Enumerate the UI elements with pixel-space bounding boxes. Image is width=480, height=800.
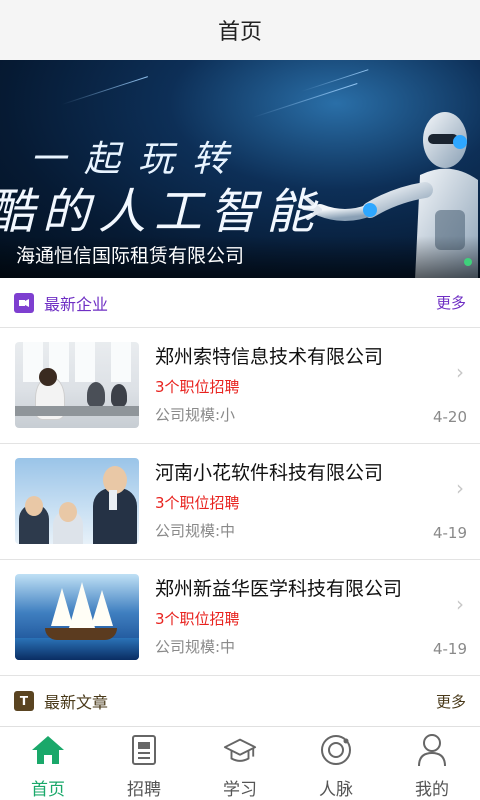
chevron-right-icon: › <box>456 360 464 384</box>
company-scale: 公司规模:中 <box>155 522 236 540</box>
company-name: 郑州索特信息技术有限公司 <box>155 346 384 368</box>
job-count: 3个职位招聘 <box>155 494 240 512</box>
tab-mine[interactable]: 我的 <box>384 727 480 800</box>
more-companies-link[interactable]: 更多 <box>436 292 466 313</box>
section-title: 最新文章 <box>44 693 109 712</box>
document-icon <box>127 733 161 767</box>
article-icon: T <box>14 691 34 711</box>
banner-carousel[interactable]: 一起玩转 酷的人工智能 海通恒信国际租赁有限公司 <box>0 60 480 278</box>
company-scale: 公司规模:中 <box>155 638 236 656</box>
tab-label: 我的 <box>415 780 449 800</box>
tab-label: 学习 <box>223 780 257 800</box>
carousel-indicator-dot[interactable] <box>464 258 472 266</box>
post-date: 4-19 <box>432 524 467 542</box>
section-latest-companies: 最新企业 更多 <box>0 278 480 328</box>
company-list: 郑州索特信息技术有限公司 3个职位招聘 公司规模:小 › 4-20 河南小花软件… <box>0 328 480 676</box>
tab-label: 人脉 <box>319 780 353 800</box>
company-thumbnail <box>15 574 139 660</box>
banner-caption: 海通恒信国际租赁有限公司 <box>16 245 245 267</box>
company-card[interactable]: 郑州索特信息技术有限公司 3个职位招聘 公司规模:小 › 4-20 <box>0 328 480 444</box>
company-name: 郑州新益华医学科技有限公司 <box>155 578 403 600</box>
tab-network[interactable]: 人脉 <box>288 727 384 800</box>
graduation-cap-icon <box>223 733 257 767</box>
chevron-right-icon: › <box>456 476 464 500</box>
tab-recruit[interactable]: 招聘 <box>96 727 192 800</box>
company-card[interactable]: 郑州新益华医学科技有限公司 3个职位招聘 公司规模:中 › 4-19 <box>0 560 480 676</box>
company-card[interactable]: 河南小花软件科技有限公司 3个职位招聘 公司规模:中 › 4-19 <box>0 444 480 560</box>
company-thumbnail <box>15 342 139 428</box>
light-streak <box>62 76 148 105</box>
tab-study[interactable]: 学习 <box>192 727 288 800</box>
person-icon <box>415 733 449 767</box>
section-latest-articles: T 最新文章 更多 <box>0 676 480 726</box>
company-scale: 公司规模:小 <box>155 406 236 424</box>
bottom-tab-bar: 首页 招聘 学习 人脉 我的 <box>0 726 480 800</box>
company-thumbnail <box>15 458 139 544</box>
tab-label: 首页 <box>31 780 65 800</box>
tab-label: 招聘 <box>127 780 161 800</box>
orbit-icon <box>319 733 353 767</box>
tab-home[interactable]: 首页 <box>0 727 96 800</box>
job-count: 3个职位招聘 <box>155 378 240 396</box>
light-streak <box>301 69 369 92</box>
banner-slogan-line2: 酷的人工智能 <box>0 184 323 240</box>
company-name: 河南小花软件科技有限公司 <box>155 462 384 484</box>
chevron-right-icon: › <box>456 592 464 616</box>
page-title: 首页 <box>217 20 262 45</box>
post-date: 4-20 <box>432 408 467 426</box>
more-articles-link[interactable]: 更多 <box>436 691 466 712</box>
header-bar: 首页 <box>0 0 480 60</box>
section-title: 最新企业 <box>44 294 109 314</box>
post-date: 4-19 <box>432 640 467 658</box>
home-icon <box>31 733 65 767</box>
job-count: 3个职位招聘 <box>155 610 240 628</box>
enterprise-icon <box>14 292 34 313</box>
